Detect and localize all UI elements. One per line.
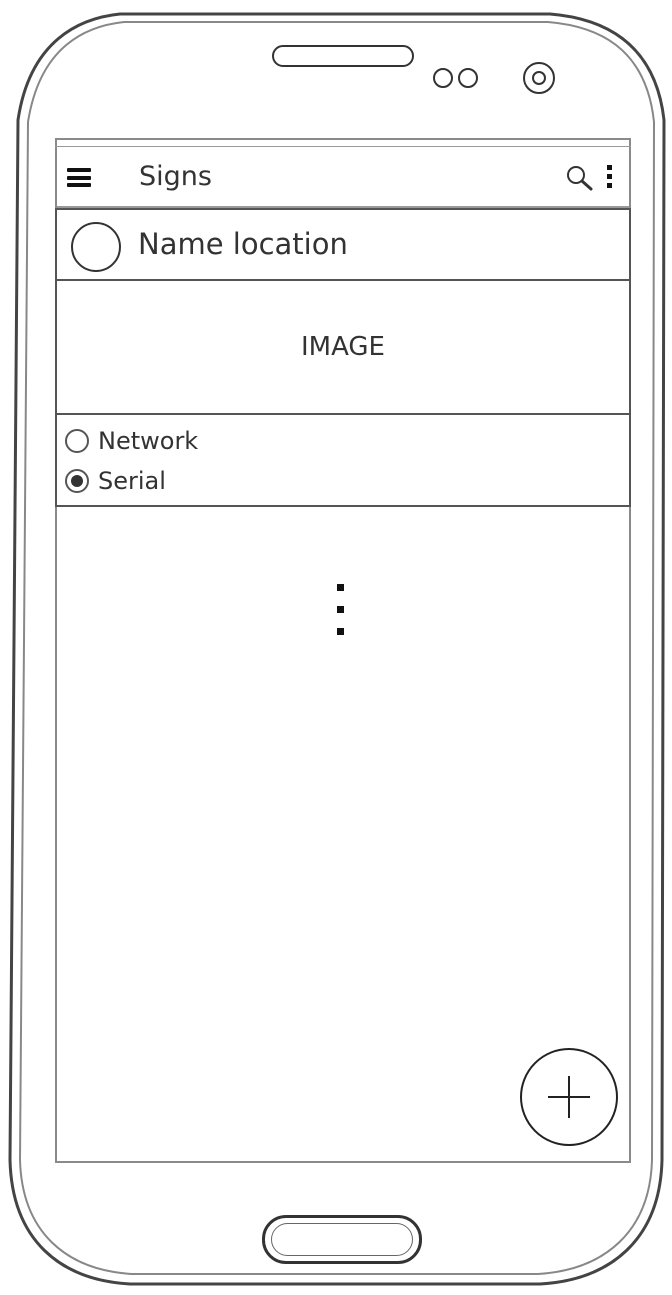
more-vert-icon[interactable] xyxy=(607,165,613,189)
plus-icon xyxy=(548,1076,590,1118)
phone-sensor-icon xyxy=(458,68,478,88)
radio-checked-icon[interactable] xyxy=(65,469,89,493)
image-placeholder: IMAGE xyxy=(55,281,631,413)
hamburger-menu-icon[interactable] xyxy=(67,168,91,187)
radio-option-serial[interactable]: Serial xyxy=(65,467,166,495)
phone-sensor-icon xyxy=(433,68,453,88)
phone-mockup: Signs Name location IMAGE Network Serial xyxy=(0,0,672,1295)
radio-option-network[interactable]: Network xyxy=(65,427,198,455)
location-row[interactable]: Name location xyxy=(55,208,631,281)
status-bar xyxy=(55,138,631,147)
radio-label-serial: Serial xyxy=(98,467,166,495)
app-bar-title: Signs xyxy=(139,161,212,192)
add-fab-button[interactable] xyxy=(520,1048,618,1146)
avatar-circle-icon xyxy=(71,222,121,272)
radio-label-network: Network xyxy=(98,427,199,455)
front-camera-icon xyxy=(523,62,555,94)
location-name-label: Name location xyxy=(138,227,348,261)
home-button[interactable] xyxy=(262,1215,422,1264)
vertical-ellipsis-icon xyxy=(337,584,345,644)
app-bar: Signs xyxy=(57,148,629,208)
phone-speaker xyxy=(272,45,414,67)
search-icon[interactable] xyxy=(565,164,593,192)
radio-unchecked-icon[interactable] xyxy=(65,429,89,453)
image-placeholder-label: IMAGE xyxy=(300,332,385,362)
connection-radio-group: Network Serial xyxy=(55,413,631,507)
